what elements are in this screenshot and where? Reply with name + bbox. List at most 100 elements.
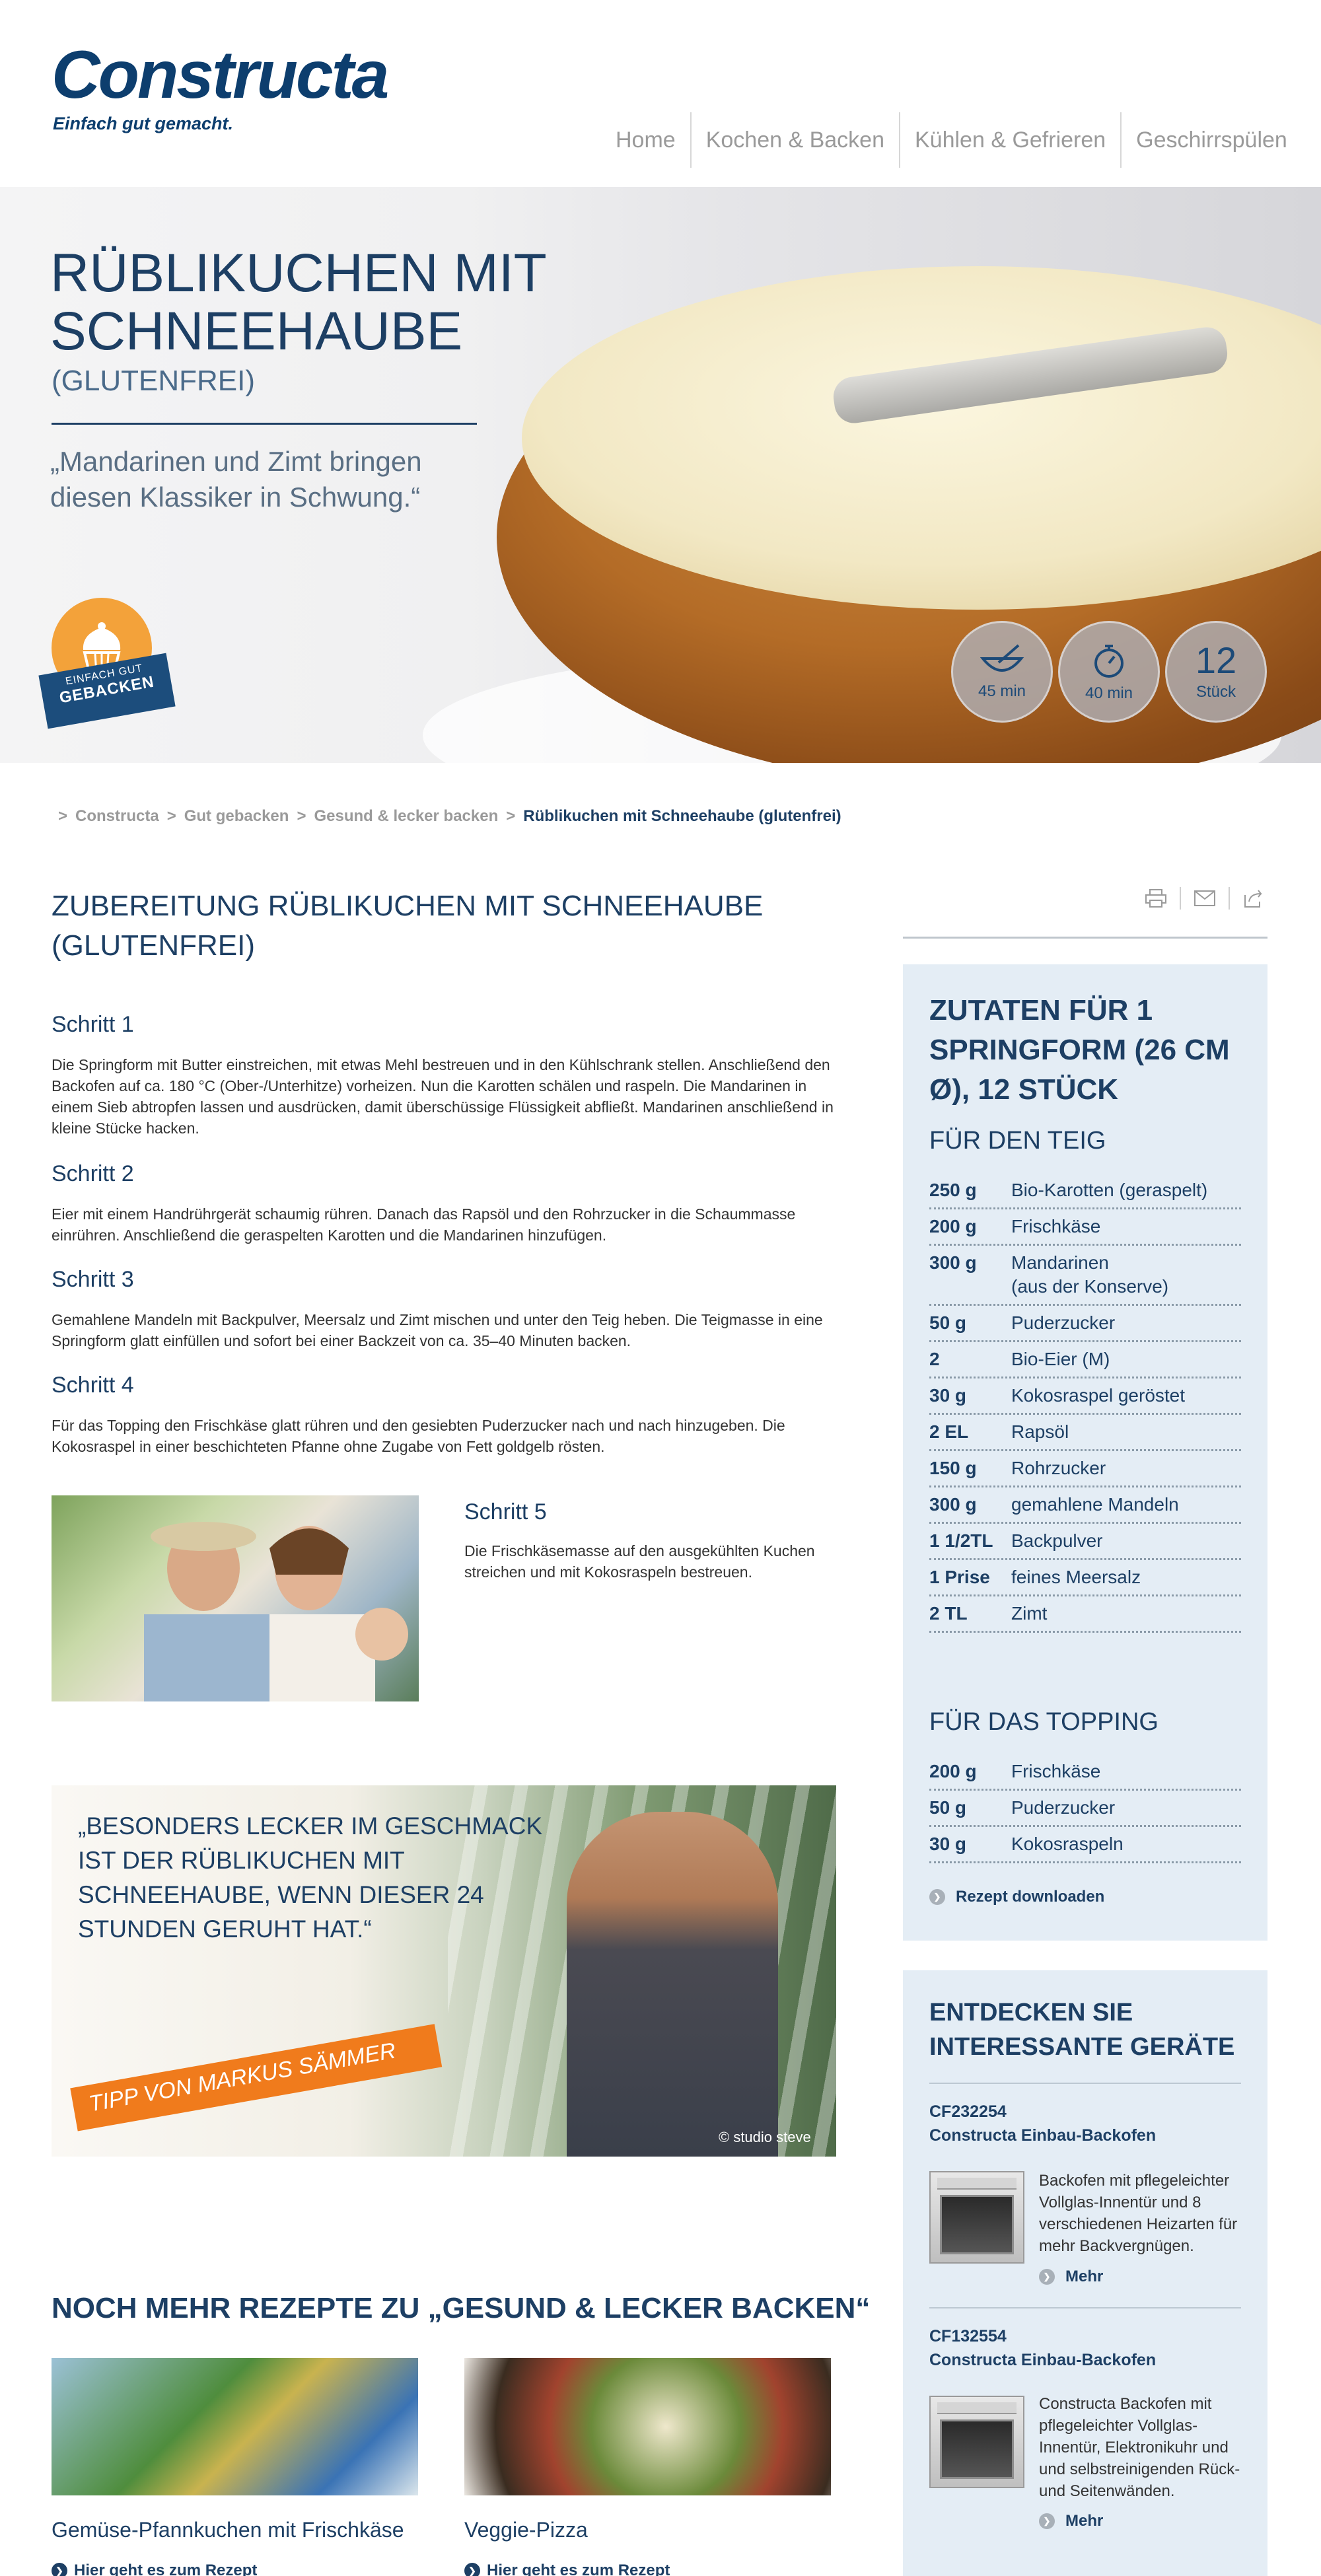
step-4-text: Für das Topping den Frischkäse glatt rüh… bbox=[52, 1417, 785, 1455]
recipe-card-link[interactable]: ❯ Hier geht es zum Rezept bbox=[464, 2561, 670, 2576]
recipe-card-image-pizza[interactable] bbox=[464, 2358, 831, 2495]
nav-home[interactable]: Home bbox=[601, 112, 690, 168]
arrow-right-circle-icon: ❯ bbox=[1039, 2513, 1055, 2529]
bake-time-circle: 40 min bbox=[1058, 621, 1160, 723]
breadcrumb-constructa[interactable]: Constructa bbox=[75, 807, 159, 826]
ingredient-quantity: 300 g bbox=[929, 1252, 977, 1273]
breadcrumb-separator: > bbox=[166, 807, 176, 825]
breadcrumb-separator: > bbox=[58, 807, 68, 825]
nav-kuehlen-gefrieren[interactable]: Kühlen & Gefrieren bbox=[899, 112, 1120, 168]
tip-quote: „BESONDERS LECKER IM GESCHMACK IST DER R… bbox=[78, 1812, 543, 1943]
step-3-title: Schritt 3 bbox=[52, 1267, 134, 1292]
ingredient-name: Zimt bbox=[1011, 1603, 1048, 1624]
mail-icon[interactable] bbox=[1192, 885, 1218, 912]
ingredient-name: Bio-Eier (M) bbox=[1011, 1349, 1110, 1369]
ingredient-name: Kokosraspel geröstet bbox=[1011, 1385, 1186, 1406]
logo-tagline: Einfach gut gemacht. bbox=[53, 114, 234, 133]
oven-control-panel bbox=[937, 2402, 1017, 2414]
recipe-card-title[interactable]: Gemüse-Pfannkuchen mit Frischkäse bbox=[52, 2518, 404, 2542]
ingredients-panel: ZUTATEN FÜR 1 SPRINGFORM (26 CM Ø), 12 S… bbox=[903, 964, 1267, 1941]
recipe-card-image-pancakes[interactable] bbox=[52, 2358, 418, 2495]
devices-panel: ENTDECKEN SIE INTERESSANTE GERÄTE CF2322… bbox=[903, 1970, 1267, 2576]
device-more-link[interactable]: ❯ Mehr bbox=[1039, 2512, 1103, 2530]
breadcrumb-current: Rüblikuchen mit Schneehaube (glutenfrei) bbox=[523, 807, 841, 825]
breadcrumb: > Constructa > Gut gebacken > Gesund & l… bbox=[58, 807, 849, 826]
recipe-title: RÜBLIKUCHEN MIT SCHNEEHAUBE bbox=[50, 243, 546, 361]
ingredient-quantity: 2 bbox=[929, 1349, 940, 1369]
ingredient-name: Backpulver bbox=[1011, 1530, 1103, 1551]
toolbar-divider bbox=[1180, 887, 1181, 910]
step-1-title: Schritt 1 bbox=[52, 1012, 134, 1037]
arrow-right-circle-icon: ❯ bbox=[1039, 2269, 1055, 2285]
ingredient-row: 300 g gemahlene Mandeln bbox=[929, 1487, 1241, 1524]
devices-divider bbox=[929, 2083, 1241, 2084]
prep-time-circle: 45 min bbox=[951, 621, 1053, 723]
ingredient-row: 150 g Rohrzucker bbox=[929, 1451, 1241, 1487]
ingredient-row: 300 g Mandarinen (aus der Konserve) bbox=[929, 1246, 1241, 1306]
ingredient-name: feines Meersalz bbox=[1011, 1567, 1141, 1587]
step-5-title: Schritt 5 bbox=[464, 1499, 547, 1524]
tip-ribbon: TIPP VON MARKUS SÄMMER bbox=[70, 2024, 443, 2131]
hero-divider bbox=[52, 423, 477, 425]
print-icon[interactable] bbox=[1143, 885, 1169, 912]
ingredient-name: Puderzucker bbox=[1011, 1797, 1116, 1818]
ingredient-row: 2 TL Zimt bbox=[929, 1596, 1241, 1633]
step-4-title: Schritt 4 bbox=[52, 1373, 134, 1398]
ingredient-name: Frischkäse bbox=[1011, 1216, 1101, 1236]
chef-photo bbox=[567, 1812, 778, 2157]
ingredient-quantity: 200 g bbox=[929, 1216, 977, 1236]
ingredient-quantity: 150 g bbox=[929, 1458, 977, 1478]
oven-door-window bbox=[940, 2195, 1014, 2254]
oven-door-window bbox=[940, 2419, 1014, 2479]
oven-product-image[interactable] bbox=[929, 2396, 1024, 2488]
ingredient-name: Puderzucker bbox=[1011, 1312, 1116, 1333]
ingredient-quantity: 50 g bbox=[929, 1797, 967, 1818]
device-more-label: Mehr bbox=[1065, 2268, 1104, 2285]
ingredient-quantity: 30 g bbox=[929, 1834, 967, 1854]
arrow-right-circle-icon: ❯ bbox=[52, 2563, 67, 2576]
topping-section-title: FÜR DAS TOPPING bbox=[929, 1708, 1159, 1736]
dough-ingredient-list: 2 50 g Bio-Karotten (geraspelt) 200 g Frisch… bbox=[929, 1173, 1241, 1633]
ingredient-quantity: 30 g bbox=[929, 1385, 967, 1406]
device-code[interactable]: CF232254 bbox=[929, 2102, 1007, 2122]
ingredient-quantity: 50 g bbox=[929, 1312, 967, 1333]
nav-kochen-backen[interactable]: Kochen & Backen bbox=[690, 112, 899, 168]
dough-section-title: FÜR DEN TEIG bbox=[929, 1127, 1106, 1155]
devices-divider bbox=[929, 2307, 1241, 2308]
ingredient-name: Bio-Karotten (geraspelt) bbox=[1011, 1180, 1208, 1200]
device-name[interactable]: Constructa Einbau-Backofen bbox=[929, 2126, 1156, 2145]
breadcrumb-gesund-lecker[interactable]: Gesund & lecker backen bbox=[314, 807, 498, 826]
ingredient-name: Kokosraspeln bbox=[1011, 1834, 1124, 1854]
sidebar-divider bbox=[903, 937, 1267, 939]
family-photo-illustration bbox=[144, 1522, 408, 1701]
device-more-link[interactable]: ❯ Mehr bbox=[1039, 2268, 1103, 2286]
download-recipe-label: Rezept downloaden bbox=[956, 1888, 1105, 1906]
recipe-card-title[interactable]: Veggie-Pizza bbox=[464, 2518, 588, 2542]
oven-product-image[interactable] bbox=[929, 2171, 1024, 2264]
nav-geschirrspuelen[interactable]: Geschirrspülen bbox=[1120, 112, 1302, 168]
ingredient-row: 1 1/2TL Backpulver bbox=[929, 1524, 1241, 1560]
download-recipe-link[interactable]: ❯ Rezept downloaden bbox=[929, 1888, 1104, 1906]
share-icon[interactable] bbox=[1240, 885, 1267, 912]
logo[interactable]: Constructa bbox=[52, 41, 389, 108]
device-code[interactable]: CF132554 bbox=[929, 2327, 1007, 2346]
bake-time-label: 40 min bbox=[1085, 684, 1133, 702]
ingredients-title: ZUTATEN FÜR 1 SPRINGFORM (26 CM Ø), 12 S… bbox=[929, 994, 1230, 1106]
share-toolbar bbox=[1143, 885, 1267, 912]
arrow-right-circle-icon: ❯ bbox=[929, 1889, 945, 1905]
recipe-link-label: Hier geht es zum Rezept bbox=[74, 2561, 258, 2576]
servings-label: Stück bbox=[1196, 683, 1236, 701]
stopwatch-icon bbox=[1094, 645, 1124, 678]
ingredient-row: 200 g Frischkäse bbox=[929, 1754, 1241, 1791]
breadcrumb-gut-gebacken[interactable]: Gut gebacken bbox=[184, 807, 289, 826]
device-more-label: Mehr bbox=[1065, 2512, 1104, 2530]
ingredient-row: 50 g Puderzucker bbox=[929, 1791, 1241, 1827]
recipe-card-link[interactable]: ❯ Hier geht es zum Rezept bbox=[52, 2561, 257, 2576]
servings-circle: 12 Stück bbox=[1165, 621, 1267, 723]
device-name[interactable]: Constructa Einbau-Backofen bbox=[929, 2351, 1156, 2370]
breadcrumb-separator: > bbox=[297, 807, 306, 825]
arrow-right-circle-icon: ❯ bbox=[464, 2563, 480, 2576]
step-2-text: Eier mit einem Handrührgerät schaumig rü… bbox=[52, 1205, 796, 1244]
step-5-photo bbox=[52, 1495, 419, 1701]
servings-count: 12 bbox=[1195, 639, 1237, 681]
